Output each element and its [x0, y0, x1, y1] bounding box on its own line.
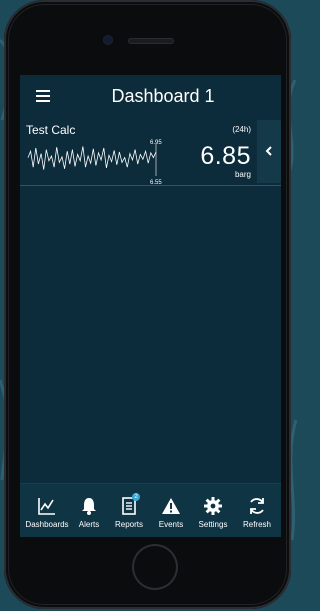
reports-badge: 2 [132, 493, 140, 501]
collapse-button[interactable] [257, 120, 281, 183]
tab-alerts[interactable]: Alerts [67, 484, 111, 537]
sparkline-max-label: 6.95 [150, 140, 162, 146]
bell-icon [82, 498, 96, 515]
gear-icon [204, 497, 222, 515]
bottom-tab-bar: Dashboards Alerts 2 Reports Events Setti… [20, 483, 281, 537]
earpiece-speaker [128, 38, 174, 44]
tab-refresh[interactable]: Refresh [235, 484, 279, 537]
chart-line-icon [38, 498, 55, 515]
dashboard-tile[interactable]: Test Calc 6.95 6.55 (24h) 6.85 barg [20, 120, 281, 186]
hamburger-menu-icon[interactable] [36, 90, 50, 102]
tile-period: (24h) [232, 125, 251, 134]
sparkline-series [27, 146, 157, 170]
front-camera [104, 36, 112, 44]
warning-icon [162, 498, 180, 514]
refresh-icon [250, 498, 264, 514]
chevron-left-icon [265, 146, 272, 156]
tab-events[interactable]: Events [149, 484, 193, 537]
tab-dashboards[interactable]: Dashboards [25, 484, 69, 537]
home-button[interactable] [132, 544, 178, 590]
page-title: Dashboard 1 [111, 86, 215, 106]
app-header: Dashboard 1 [20, 75, 281, 119]
tile-value: 6.85 [200, 142, 251, 170]
sparkline-chart: 6.95 6.55 [27, 140, 162, 186]
tab-settings[interactable]: Settings [191, 484, 235, 537]
tile-unit: barg [234, 170, 251, 179]
tab-label: Refresh [242, 520, 271, 529]
sparkline-min-label: 6.55 [150, 180, 162, 186]
tab-reports[interactable]: 2 Reports [107, 484, 151, 537]
app-screen: Dashboard 1 Test Calc 6.95 6.55 (24h) 6.… [20, 75, 281, 537]
